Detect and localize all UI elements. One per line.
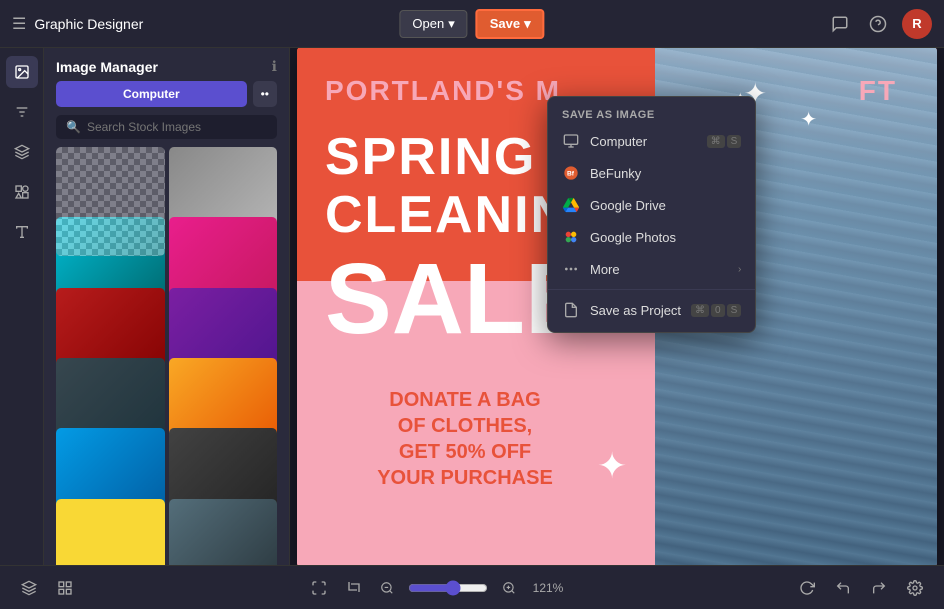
toolbar-center: 121% — [306, 575, 566, 601]
save-chevron-icon: ▾ — [524, 16, 531, 32]
list-item[interactable] — [169, 499, 278, 565]
main-body: Image Manager ℹ Computer •• 🔍 — [0, 48, 944, 565]
more-label: More — [590, 262, 728, 277]
fit-icon[interactable] — [306, 575, 332, 601]
sparkle-icon-bottom: ✦ — [597, 445, 627, 487]
befunky-label: BeFunky — [590, 166, 741, 181]
poster-url: thrifttheshopp.com — [325, 530, 480, 547]
poster-title-right: FT — [859, 75, 897, 107]
header: ☰ Graphic Designer Open ▾ Save ▾ R — [0, 0, 944, 48]
chevron-right-icon: › — [738, 264, 741, 275]
save-as-project-item[interactable]: Save as Project ⌘ 0 S — [548, 294, 755, 326]
save-dropdown: Save as Image Computer ⌘ S Bf BeFunky — [547, 96, 756, 333]
poster-donate-text: DONATE A BAG OF CLOTHES, GET 50% OFF YOU… — [343, 387, 587, 491]
zoom-in-icon[interactable] — [496, 575, 522, 601]
app-title: Graphic Designer — [34, 16, 143, 32]
bottom-toolbar: 121% — [0, 565, 944, 609]
dropdown-section-title: Save as Image — [548, 103, 755, 125]
computer-button[interactable]: Computer — [56, 81, 247, 107]
header-right: R — [826, 9, 932, 39]
hamburger-icon[interactable]: ☰ — [12, 14, 26, 34]
sparkle-icon-2: ✦ — [800, 107, 817, 132]
list-item[interactable] — [56, 147, 165, 256]
chat-button[interactable] — [826, 10, 854, 38]
poster-title-top: PORTLAND'S M — [325, 75, 561, 107]
save-button[interactable]: Save ▾ — [476, 9, 545, 39]
gphotos-label: Google Photos — [590, 230, 741, 245]
save-more-item[interactable]: More › — [548, 253, 755, 285]
panel-info-icon[interactable]: ℹ — [272, 58, 277, 75]
canvas-area: PORTLAND'S M FT SPRING CLEANING SALE DON… — [290, 48, 944, 565]
open-chevron-icon: ▾ — [448, 16, 455, 32]
computer-icon — [562, 132, 580, 150]
layers-icon[interactable] — [16, 575, 42, 601]
search-bar: 🔍 — [56, 115, 277, 139]
header-center: Open ▾ Save ▾ — [399, 9, 544, 39]
save-to-gdrive-item[interactable]: Google Drive — [548, 189, 755, 221]
svg-text:Bf: Bf — [567, 171, 575, 178]
zoom-out-icon[interactable] — [374, 575, 400, 601]
computer-shortcut: ⌘ S — [707, 135, 742, 148]
poster-donate-box: DONATE A BAG OF CLOTHES, GET 50% OFF YOU… — [325, 371, 605, 507]
filters-rail-icon[interactable] — [6, 96, 38, 128]
computer-label: Computer — [590, 134, 697, 149]
shapes-rail-icon[interactable] — [6, 176, 38, 208]
rotate-right-icon[interactable] — [794, 575, 820, 601]
images-rail-icon[interactable] — [6, 56, 38, 88]
zoom-slider[interactable] — [408, 580, 488, 596]
list-item[interactable] — [56, 499, 165, 565]
save-to-computer-item[interactable]: Computer ⌘ S — [548, 125, 755, 157]
zoom-percentage: 121% — [530, 581, 566, 595]
panel-header: Image Manager ℹ — [44, 48, 289, 81]
save-project-label: Save as Project — [590, 303, 681, 318]
icon-rail — [0, 48, 44, 565]
image-grid — [44, 147, 289, 565]
layers-rail-icon[interactable] — [6, 136, 38, 168]
gphotos-icon — [562, 228, 580, 246]
redo-icon[interactable] — [866, 575, 892, 601]
gdrive-icon — [562, 196, 580, 214]
more-icon — [562, 260, 580, 278]
poster-spring-text: SPRING — [325, 127, 536, 187]
panel-controls: Computer •• — [44, 81, 289, 115]
befunky-icon: Bf — [562, 164, 580, 182]
save-to-gphotos-item[interactable]: Google Photos — [548, 221, 755, 253]
toolbar-right — [794, 575, 928, 601]
toolbar-left — [16, 575, 78, 601]
open-button[interactable]: Open ▾ — [399, 10, 467, 38]
search-input[interactable] — [87, 120, 267, 134]
crop-icon[interactable] — [340, 575, 366, 601]
project-icon — [562, 301, 580, 319]
gdrive-label: Google Drive — [590, 198, 741, 213]
grid-icon[interactable] — [52, 575, 78, 601]
project-shortcut: ⌘ 0 S — [691, 304, 741, 317]
panel-title: Image Manager — [56, 59, 158, 75]
avatar[interactable]: R — [902, 9, 932, 39]
search-icon: 🔍 — [66, 120, 81, 134]
save-to-befunky-item[interactable]: Bf BeFunky — [548, 157, 755, 189]
more-options-button[interactable]: •• — [253, 81, 277, 107]
help-button[interactable] — [864, 10, 892, 38]
text-rail-icon[interactable] — [6, 216, 38, 248]
settings-icon[interactable] — [902, 575, 928, 601]
dropdown-divider — [548, 289, 755, 290]
undo-icon[interactable] — [830, 575, 856, 601]
left-panel: Image Manager ℹ Computer •• 🔍 — [44, 48, 290, 565]
